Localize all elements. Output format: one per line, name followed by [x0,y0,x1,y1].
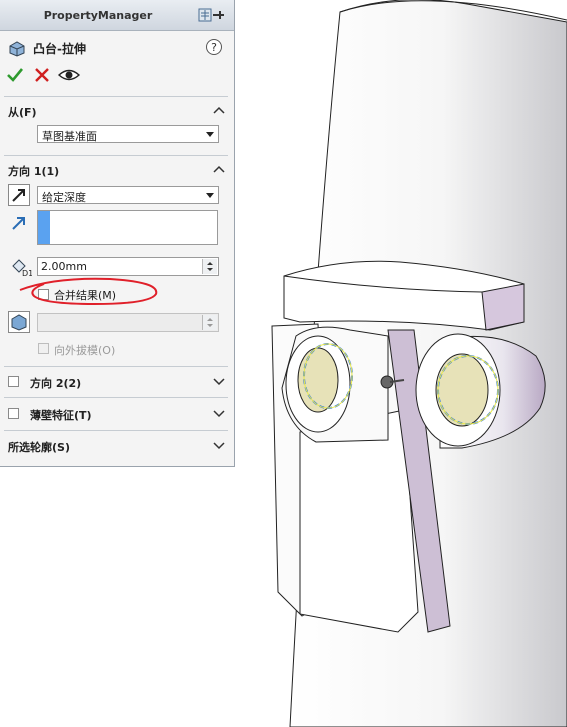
direction-arrow-icon [12,217,25,230]
draft-outward-checkbox [38,343,49,354]
svg-text:?: ? [211,41,217,54]
chevron-up-icon[interactable] [212,163,226,175]
end-condition-select[interactable]: 给定深度 [37,186,219,204]
selection-accent [38,211,50,244]
depth-dimension-icon: D1 [12,259,32,278]
separator [4,96,228,97]
spin-arrows-icon[interactable] [203,259,217,274]
start-condition-value: 草图基准面 [42,130,97,143]
separator [4,155,228,156]
direction1-section-header[interactable]: 方向 1(1) [8,161,226,179]
panel-title: PropertyManager [43,9,153,22]
separator [4,397,228,398]
draft-angle-input [37,313,219,332]
thin-feature-checkbox[interactable] [8,408,19,419]
from-section-label: 从(F) [8,106,37,119]
red-annotation-ellipse [19,277,158,306]
end-condition-value: 给定深度 [42,191,86,204]
ok-check-icon[interactable] [6,66,24,84]
depth-spin-input[interactable]: 2.00mm [37,257,219,276]
draft-outward-label: 向外拔模(O) [54,344,116,357]
direction2-section-label: 方向 2(2) [30,377,82,390]
direction-reverse-icon[interactable] [8,184,30,206]
selected-contours-label: 所选轮廓(S) [8,441,70,454]
cancel-x-icon[interactable] [33,66,51,84]
feature-title-row: 凸台-拉伸 ? [8,38,228,58]
collar-side [481,283,525,331]
thin-feature-section-label: 薄壁特征(T) [30,409,92,422]
start-condition-select[interactable]: 草图基准面 [37,125,219,143]
right-hole [435,353,489,427]
chevron-down-icon[interactable] [212,439,226,451]
help-icon[interactable]: ? [205,38,223,56]
feature-title: 凸台-拉伸 [33,42,86,56]
preview-eye-icon[interactable] [58,66,80,84]
from-section-header[interactable]: 从(F) [8,102,226,120]
pin-icon[interactable] [198,7,226,23]
thin-feature-section-header[interactable]: 薄壁特征(T) [8,405,226,423]
separator [4,430,228,431]
chevron-down-icon[interactable] [212,375,226,387]
direction2-section-header[interactable]: 方向 2(2) [8,373,226,391]
draft-icon[interactable] [8,311,30,333]
chevron-down-icon[interactable] [212,407,226,419]
selected-contours-section-header[interactable]: 所选轮廓(S) [8,437,226,455]
separator [4,366,228,367]
chevron-up-icon[interactable] [212,104,226,116]
direction1-section-label: 方向 1(1) [8,165,60,178]
property-manager-panel: PropertyManager 凸台-拉伸 ? 从(F) 草图基准面 方向 1(… [0,0,235,467]
direction-selection-box[interactable] [37,210,218,245]
lower-skirt [299,409,419,633]
depth-value: 2.00mm [41,260,87,273]
panel-header: PropertyManager [0,0,234,31]
spin-arrows-icon [207,318,213,327]
spin-buttons [202,315,217,330]
dropdown-arrow-icon [206,193,214,198]
spin-buttons[interactable] [202,259,217,274]
action-buttons [6,66,96,84]
direction2-checkbox[interactable] [8,376,19,387]
dropdown-arrow-icon [206,132,214,137]
extrude-feature-icon [9,41,25,57]
